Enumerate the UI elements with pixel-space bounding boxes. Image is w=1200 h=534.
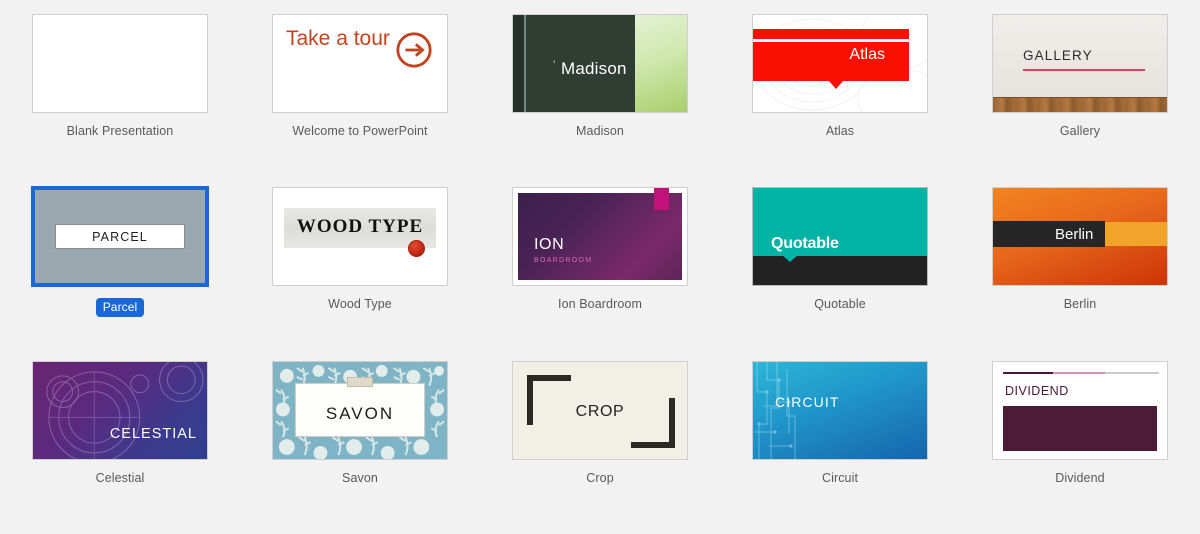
thumbnail-wrap[interactable]: ION BOARDROOM (512, 187, 688, 287)
decor-astrolabe-rings (46, 361, 204, 459)
template-caption: Crop (586, 470, 614, 485)
template-card-welcome-to-powerpoint[interactable]: Take a tour Welcome to PowerPoint (240, 14, 480, 138)
template-card-quotable[interactable]: Quotable Quotable (720, 187, 960, 311)
template-caption: Madison (576, 124, 624, 138)
preview-title: CROP (575, 402, 625, 420)
template-card-celestial[interactable]: CELESTIAL Celestial (0, 360, 240, 485)
decor-left-panel (513, 15, 524, 112)
decor-magenta-tab (654, 188, 669, 211)
thumbnail-wrap[interactable]: CELESTIAL (32, 360, 208, 460)
template-preview-atlas[interactable]: Atlas (752, 14, 928, 113)
template-card-dividend[interactable]: DIVIDEND Dividend (960, 360, 1200, 485)
decor-plum-block (1003, 405, 1157, 451)
thumbnail-wrap[interactable]: GALLERY (992, 14, 1168, 113)
preview-title: Madison (561, 59, 627, 78)
decor-dark-band (753, 256, 927, 286)
decor-underline (1023, 69, 1145, 71)
template-card-wood-type[interactable]: WOOD TYPE Wood Type (240, 187, 480, 311)
decor-label-box: PARCEL (55, 224, 185, 250)
decor-card-tab (347, 376, 373, 387)
template-preview-wood-type[interactable]: WOOD TYPE (272, 187, 448, 287)
thumbnail-wrap[interactable] (32, 14, 208, 113)
template-preview-celestial[interactable]: CELESTIAL (32, 360, 208, 460)
template-preview-quotable[interactable]: Quotable (752, 187, 928, 287)
thumbnail-wrap[interactable]: SAVON (272, 360, 448, 460)
template-preview-blank-presentation[interactable] (32, 14, 208, 113)
template-card-circuit[interactable]: CIRCUIT Circuit (720, 360, 960, 485)
decor-triangle-notch (829, 81, 843, 89)
preview-title: WOOD TYPE (296, 216, 424, 238)
decor-rule-pink (1053, 371, 1105, 374)
preview-title: Quotable (771, 235, 839, 253)
thumbnail-wrap[interactable]: DIVIDEND (992, 360, 1168, 460)
template-card-atlas[interactable]: Atlas Atlas (720, 14, 960, 138)
preview-title: SAVON (325, 403, 395, 423)
decor-green-gradient-panel (635, 15, 687, 112)
template-card-blank-presentation[interactable]: Blank Presentation (0, 14, 240, 138)
template-preview-circuit[interactable]: CIRCUIT (752, 360, 928, 460)
thumbnail-wrap[interactable]: Quotable (752, 187, 928, 287)
template-caption: Blank Presentation (66, 124, 174, 138)
template-preview-parcel[interactable]: PARCEL (32, 187, 208, 287)
template-card-gallery[interactable]: GALLERY Gallery (960, 14, 1200, 138)
decor-white-rule (753, 39, 909, 42)
preview-title: Take a tour (286, 27, 390, 50)
template-card-ion-boardroom[interactable]: ION BOARDROOM Ion Boardroom (480, 187, 720, 311)
template-card-savon[interactable]: SAVON Savon (240, 360, 480, 485)
decor-tick-mark: ’ (553, 59, 556, 71)
circle-arrow-right-icon (396, 32, 432, 68)
thumbnail-wrap[interactable]: PARCEL (32, 187, 208, 287)
thumbnail-wrap[interactable]: ’ Madison (512, 14, 688, 113)
decor-red-bar (753, 29, 909, 81)
template-caption: Wood Type (328, 297, 392, 312)
template-card-madison[interactable]: ’ Madison Madison (480, 14, 720, 138)
decor-rule-plum (1003, 371, 1053, 374)
template-caption: Celestial (95, 470, 145, 485)
template-gallery: Blank Presentation Take a tour Welcome t… (0, 0, 1200, 534)
decor-vertical-line (524, 15, 526, 112)
template-card-crop[interactable]: CROP Crop (480, 360, 720, 485)
template-preview-berlin[interactable]: Berlin (992, 187, 1168, 287)
template-caption-selected: Parcel (95, 298, 145, 318)
preview-title: PARCEL (92, 229, 148, 244)
template-preview-ion-boardroom[interactable]: ION BOARDROOM (512, 187, 688, 287)
thumbnail-wrap[interactable]: Take a tour (272, 14, 448, 113)
decor-triangle-notch (782, 255, 798, 263)
preview-title: CIRCUIT (775, 393, 840, 410)
template-preview-crop[interactable]: CROP (512, 360, 688, 460)
preview-title: DIVIDEND (1005, 383, 1069, 398)
template-caption: Quotable (814, 297, 866, 312)
preview-title: Berlin (1055, 226, 1094, 244)
thumbnail-wrap[interactable]: WOOD TYPE (272, 187, 448, 287)
template-preview-welcome-to-powerpoint[interactable]: Take a tour (272, 14, 448, 113)
preview-title: Atlas (849, 46, 885, 63)
template-caption: Circuit (821, 470, 859, 485)
decor-wax-seal (408, 240, 425, 258)
thumbnail-wrap[interactable]: Berlin (992, 187, 1168, 287)
decor-circuit-traces (755, 361, 796, 459)
template-preview-madison[interactable]: ’ Madison (512, 14, 688, 113)
decor-amber-block (1101, 222, 1167, 247)
preview-subtitle: BOARDROOM (534, 257, 593, 265)
template-caption: Gallery (1059, 124, 1101, 138)
template-caption: Berlin (1063, 297, 1097, 312)
template-caption: Atlas (825, 124, 855, 138)
template-card-parcel[interactable]: PARCEL Parcel (0, 187, 240, 318)
decor-rule-gray (1105, 371, 1159, 374)
thumbnail-wrap[interactable]: CROP (512, 360, 688, 460)
template-preview-dividend[interactable]: DIVIDEND (992, 360, 1168, 460)
template-card-berlin[interactable]: Berlin Berlin (960, 187, 1200, 311)
thumbnail-wrap[interactable]: CIRCUIT (752, 360, 928, 460)
preview-title: ION (534, 236, 565, 254)
preview-title: GALLERY (1023, 48, 1093, 63)
template-caption: Ion Boardroom (558, 297, 642, 312)
thumbnail-wrap[interactable]: Atlas (752, 14, 928, 113)
template-preview-savon[interactable]: SAVON (272, 360, 448, 460)
decor-wood-floor (993, 97, 1167, 112)
template-preview-gallery[interactable]: GALLERY (992, 14, 1168, 113)
template-caption: Savon (342, 470, 378, 485)
preview-title: CELESTIAL (109, 425, 197, 442)
template-caption: Welcome to PowerPoint (292, 124, 428, 138)
template-caption: Dividend (1055, 470, 1105, 485)
